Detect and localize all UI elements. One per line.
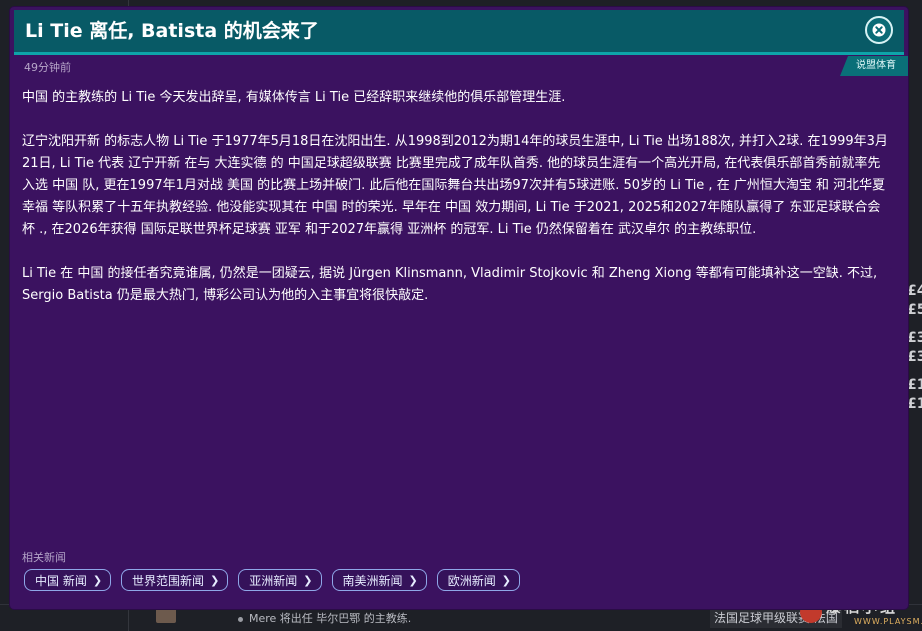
related-news-china[interactable]: 中国 新闻 ❯ bbox=[24, 569, 112, 591]
background-value: £57 bbox=[907, 302, 922, 318]
article-paragraph: Li Tie 在 中国 的接任者究竟谁属, 仍然是一团疑云, 据说 Jürgen… bbox=[22, 266, 878, 303]
article-paragraph: 中国 的主教练的 Li Tie 今天发出辞呈, 有媒体传言 Li Tie 已经辞… bbox=[22, 90, 566, 105]
related-news-list: 中国 新闻 ❯ 世界范围新闻 ❯ 亚洲新闻 ❯ 南美洲新闻 ❯ 欧洲新闻 ❯ bbox=[24, 569, 520, 591]
related-news-label-text: 欧洲新闻 bbox=[447, 573, 496, 588]
dialog-title: Li Tie 离任, Batista 的机会来了 bbox=[25, 20, 319, 42]
related-news-label-text: 世界范围新闻 bbox=[132, 573, 205, 588]
news-timestamp: 49分钟前 bbox=[24, 61, 71, 74]
related-news-south-america[interactable]: 南美洲新闻 ❯ bbox=[331, 569, 427, 591]
related-news-label-text: 南美洲新闻 bbox=[342, 573, 403, 588]
background-value-column: £4 £57 £3 £38 £1 £15 bbox=[907, 258, 922, 438]
dialog-header: Li Tie 离任, Batista 的机会来了 bbox=[14, 10, 904, 55]
chevron-right-icon: ❯ bbox=[501, 573, 511, 587]
related-news-label: 相关新闻 bbox=[22, 551, 66, 564]
related-news-asia[interactable]: 亚洲新闻 ❯ bbox=[238, 569, 322, 591]
background-news-text: Mere 将出任 毕尔巴鄂 的主教练. bbox=[249, 612, 412, 625]
related-news-label-text: 亚洲新闻 bbox=[249, 573, 298, 588]
close-icon bbox=[872, 23, 886, 37]
source-tag: 说盟体育 bbox=[840, 56, 908, 76]
related-news-europe[interactable]: 欧洲新闻 ❯ bbox=[436, 569, 520, 591]
news-dialog: Li Tie 离任, Batista 的机会来了 49分钟前 说盟体育 中国 的… bbox=[10, 7, 908, 609]
chevron-right-icon: ❯ bbox=[210, 573, 220, 587]
chevron-right-icon: ❯ bbox=[303, 573, 313, 587]
article-paragraph: 辽宁沈阳开新 的标志人物 Li Tie 于1977年5月18日在沈阳出生. 从1… bbox=[22, 134, 888, 237]
background-value: £38 bbox=[907, 349, 922, 365]
watermark-url: WWW.PLAYSM.CC bbox=[854, 617, 922, 626]
bullet-icon bbox=[238, 616, 243, 622]
related-news-label-text: 中国 新闻 bbox=[35, 573, 87, 588]
article-body: 中国 的主教练的 Li Tie 今天发出辞呈, 有媒体传言 Li Tie 已经辞… bbox=[22, 87, 890, 329]
background-value: £15 bbox=[907, 396, 922, 412]
background-league-label: 法国足球甲级联赛 法国 bbox=[710, 607, 842, 628]
chevron-right-icon: ❯ bbox=[92, 573, 103, 587]
chevron-right-icon: ❯ bbox=[408, 573, 418, 587]
close-button[interactable] bbox=[865, 16, 893, 44]
background-news-item[interactable]: Mere 将出任 毕尔巴鄂 的主教练. bbox=[238, 610, 411, 626]
related-news-world[interactable]: 世界范围新闻 ❯ bbox=[121, 569, 229, 591]
